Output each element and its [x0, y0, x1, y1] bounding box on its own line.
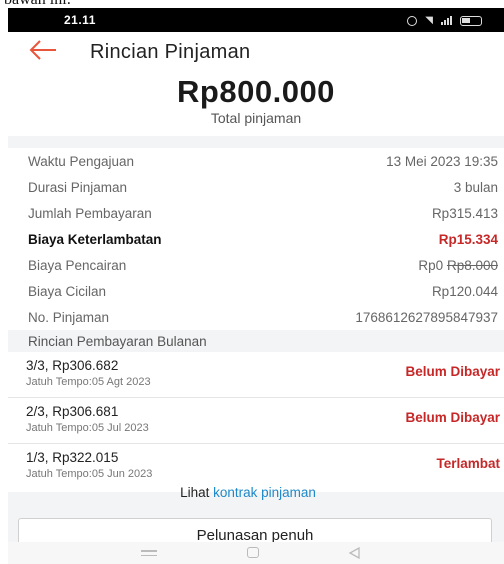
detail-row-duration: Durasi Pinjaman 3 bulan	[8, 174, 504, 200]
contract-line: Lihat kontrak pinjaman	[0, 485, 496, 500]
back-arrow-icon[interactable]	[28, 38, 58, 62]
detail-row-loan-number: No. Pinjaman 1768612627895847937	[8, 304, 504, 330]
detail-label: No. Pinjaman	[28, 309, 110, 325]
battery-icon	[460, 15, 482, 26]
detail-row-payment-amount: Jumlah Pembayaran Rp315.413	[8, 200, 504, 226]
detail-value: 13 Mei 2023 19:35	[386, 153, 498, 169]
installment-amount: 1/3, Rp322.015	[26, 450, 119, 465]
detail-value: Rp0 Rp8.000	[418, 258, 498, 273]
detail-label: Waktu Pengajuan	[28, 153, 135, 169]
installment-amount: 3/3, Rp306.682	[26, 358, 119, 373]
section-divider	[8, 136, 504, 148]
system-nav-bar	[8, 542, 504, 564]
installment-status: Belum Dibayar	[405, 410, 500, 425]
signal-icon	[441, 16, 452, 25]
status-icons: ◥	[407, 15, 482, 26]
total-loan-amount: Rp800.000	[177, 74, 335, 109]
detail-value: Rp315.413	[431, 205, 498, 221]
app-header: Rincian Pinjaman	[8, 32, 504, 70]
home-icon[interactable]	[247, 547, 259, 558]
installment-amount: 2/3, Rp306.681	[26, 404, 119, 419]
loan-contract-link[interactable]: kontrak pinjaman	[213, 485, 316, 500]
status-time: 21.11	[64, 13, 96, 27]
page-title: Rincian Pinjaman	[90, 41, 251, 63]
detail-label: Biaya Keterlambatan	[28, 231, 162, 247]
installment-due-date: Jatuh Tempo:05 Jul 2023	[26, 422, 149, 434]
detail-label: Durasi Pinjaman	[28, 179, 128, 195]
loan-detail-screen: Rincian Pinjaman Rp800.000 Total pinjama…	[8, 32, 504, 542]
installment-due-date: Jatuh Tempo:05 Agt 2023	[26, 376, 151, 388]
detail-label: Biaya Pencairan	[28, 257, 127, 273]
loan-details-list: Waktu Pengajuan 13 Mei 2023 19:35 Durasi…	[8, 148, 504, 330]
detail-value: Rp120.044	[431, 283, 498, 299]
installment-status: Belum Dibayar	[405, 364, 500, 379]
detail-row-installment-fee: Biaya Cicilan Rp120.044	[8, 278, 504, 304]
installment-row[interactable]: 1/3, Rp322.015 Jatuh Tempo:05 Jun 2023 T…	[8, 444, 504, 488]
alarm-icon	[407, 15, 418, 26]
nav-back-icon[interactable]	[348, 547, 360, 559]
current-fee: Rp0	[418, 257, 444, 273]
wifi-icon: ◥	[425, 15, 433, 26]
installment-due-date: Jatuh Tempo:05 Jun 2023	[26, 468, 153, 480]
detail-value: 3 bulan	[453, 179, 498, 195]
installment-status: Terlambat	[436, 456, 500, 471]
installment-row[interactable]: 2/3, Rp306.681 Jatuh Tempo:05 Jul 2023 B…	[8, 398, 504, 442]
detail-label: Biaya Cicilan	[28, 283, 107, 299]
detail-row-submission-time: Waktu Pengajuan 13 Mei 2023 19:35	[8, 148, 504, 174]
contract-prefix: Lihat	[180, 485, 210, 500]
detail-value: Rp15.334	[438, 231, 498, 247]
recent-apps-icon[interactable]	[141, 550, 157, 559]
detail-value: 1768612627895847937	[355, 309, 498, 325]
total-loan-label: Total pinjaman	[210, 110, 302, 126]
monthly-payments-title: Rincian Pembayaran Bulanan	[28, 334, 207, 349]
detail-label: Jumlah Pembayaran	[28, 205, 152, 221]
detail-row-late-fee: Biaya Keterlambatan Rp15.334	[8, 226, 504, 252]
detail-row-disbursement-fee: Biaya Pencairan Rp0 Rp8.000	[8, 252, 504, 278]
installment-row[interactable]: 3/3, Rp306.682 Jatuh Tempo:05 Agt 2023 B…	[8, 352, 504, 396]
status-bar: 21.11 ◥	[8, 8, 504, 32]
original-fee-struck: Rp8.000	[446, 257, 498, 273]
